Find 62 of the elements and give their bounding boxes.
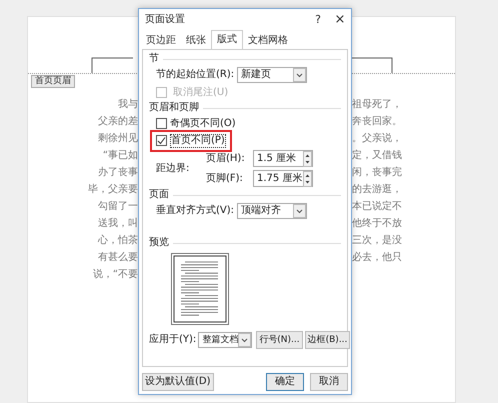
- corner-mark: [91, 57, 133, 73]
- caret-icon: [238, 333, 252, 347]
- window-title: 页面设置: [145, 14, 186, 26]
- tab[interactable]: 版式: [211, 30, 243, 49]
- document-text: 剩徐州见: [98, 132, 138, 144]
- apply-to-dropdown[interactable]: 整篇文档: [198, 332, 252, 348]
- group-title: 预览: [149, 237, 169, 249]
- document-text: 本已说定不: [352, 200, 402, 212]
- tab[interactable]: 纸张: [181, 33, 211, 49]
- document-text: 送我，叫: [98, 218, 138, 228]
- ok-button[interactable]: 确定: [266, 373, 304, 391]
- corner-mark: [351, 57, 393, 73]
- field-label: 距边界:: [156, 162, 190, 174]
- field-label: 节的起始位置(R):: [156, 69, 234, 81]
- checkbox[interactable]: [156, 135, 167, 146]
- document-text: 父亲的差: [98, 116, 138, 126]
- set-default-button[interactable]: 设为默认值(D): [142, 373, 214, 391]
- spin-field[interactable]: 1.5 厘米: [253, 150, 313, 167]
- dialog-button[interactable]: 边框(B)...: [304, 331, 350, 349]
- document-text: 奔丧回家。: [352, 116, 402, 126]
- tab[interactable]: 页边距: [141, 33, 181, 49]
- document-text: 。父亲说，: [352, 132, 402, 144]
- document-text: 说，“不要: [92, 268, 138, 280]
- field-label: 垂直对齐方式(V):: [156, 205, 234, 217]
- document-text: 祖母死了，: [352, 98, 402, 110]
- document-text: 三次，是没: [352, 234, 402, 246]
- document-text: 办了丧事: [98, 166, 138, 178]
- spin-field[interactable]: 1.75 厘米: [253, 170, 313, 187]
- help-button[interactable]: ?: [307, 14, 329, 26]
- checkbox-label: 取消尾注(U): [173, 86, 228, 98]
- field-label: 应用于(Y):: [149, 334, 196, 346]
- document-text: 他终于不放: [352, 218, 402, 228]
- dialog-button[interactable]: 行号(N)...: [256, 331, 303, 349]
- document-text: 的去游逛，: [352, 184, 402, 194]
- group-title: 节: [149, 53, 159, 65]
- vertical-align-dropdown[interactable]: 顶端对齐: [237, 203, 308, 219]
- preview-page-drawing: [171, 253, 229, 325]
- document-text: 必去，他只: [352, 252, 402, 262]
- document-text: 定，又借钱: [352, 150, 402, 160]
- field-label: 页脚(F):: [206, 172, 244, 184]
- tab[interactable]: 文档网格: [243, 33, 293, 49]
- document-text: “事已如: [102, 150, 138, 160]
- checkbox[interactable]: [156, 118, 167, 129]
- document-text: 心，怕茶: [98, 234, 138, 246]
- document-text: 我与: [118, 98, 138, 110]
- group-title: 页眉和页脚: [149, 102, 199, 114]
- field-label: 页眉(H):: [206, 152, 246, 164]
- close-button[interactable]: ×: [329, 14, 351, 26]
- spinner-arrows-icon: [303, 170, 312, 186]
- document-text: 毕，父亲要: [88, 184, 138, 194]
- checkbox-label: 奇偶页不同(O): [170, 118, 236, 130]
- checkbox-label: 首页不同(P): [170, 134, 226, 148]
- header-tag: 首页页眉: [31, 75, 75, 88]
- section-start-dropdown[interactable]: 新建页: [237, 67, 308, 83]
- document-text: 有甚么要: [98, 252, 138, 262]
- document-text: 勾留了一: [98, 200, 138, 212]
- cancel-button[interactable]: 取消: [310, 373, 348, 391]
- group-title: 页面: [149, 189, 169, 201]
- caret-icon: [293, 68, 306, 82]
- spinner-arrows-icon: [303, 150, 312, 166]
- caret-icon: [293, 204, 306, 218]
- document-text: 闲，丧事完: [352, 166, 402, 178]
